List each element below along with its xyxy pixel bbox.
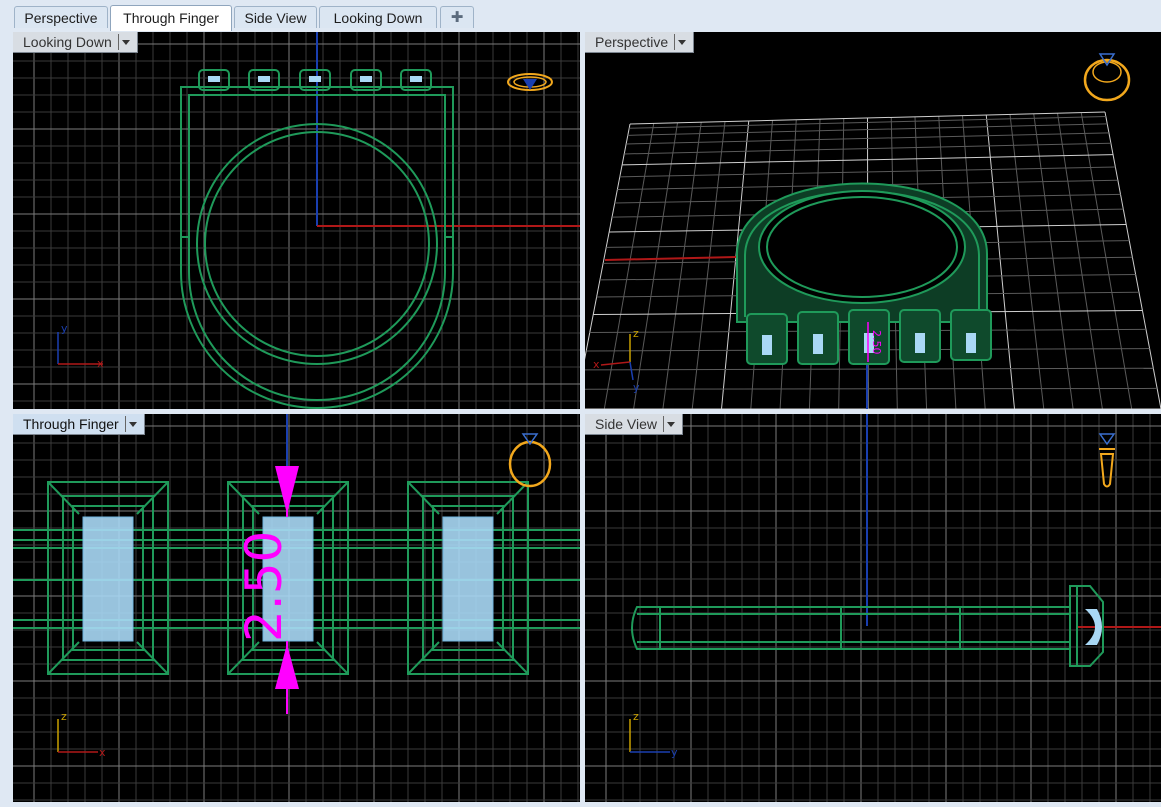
chevron-down-icon[interactable]: [674, 34, 687, 50]
tab-looking-down[interactable]: Looking Down: [319, 6, 437, 28]
ring-nav-icon[interactable]: [1083, 53, 1131, 102]
viewport-tab-bar: Perspective Through Finger Side View Loo…: [0, 0, 1161, 31]
stones: [208, 76, 422, 82]
viewport-title: Looking Down: [23, 34, 112, 50]
axis-indicator: z x: [57, 710, 106, 759]
axis-indicator: z y: [629, 710, 678, 759]
chevron-down-icon[interactable]: [117, 34, 131, 50]
svg-text:x: x: [97, 357, 104, 370]
through-finger-canvas: 2.50 z x: [13, 414, 580, 802]
tab-perspective[interactable]: Perspective: [14, 6, 108, 28]
viewport-through-finger[interactable]: 2.50 z x Through Finger: [13, 414, 580, 802]
construction-grid: [13, 32, 580, 409]
chevron-down-icon[interactable]: [124, 416, 138, 432]
axis-indicator: y x: [57, 322, 104, 370]
plus-icon: ✚: [450, 9, 464, 26]
svg-text:y: y: [671, 746, 678, 759]
viewport-title: Perspective: [595, 34, 669, 50]
tab-side-view[interactable]: Side View: [234, 6, 317, 28]
perspective-canvas: 2.50 z x y: [585, 53, 1161, 409]
add-tab-button[interactable]: ✚: [440, 6, 474, 28]
svg-text:z: z: [61, 710, 67, 723]
viewport-label-looking-down[interactable]: Looking Down: [13, 32, 138, 53]
svg-text:y: y: [633, 381, 640, 394]
looking-down-canvas: y x: [13, 32, 580, 409]
viewport-label-perspective[interactable]: Perspective: [585, 32, 695, 53]
stones: [762, 333, 976, 355]
svg-text:x: x: [99, 746, 106, 759]
dimension-2-50: 2.50: [235, 466, 299, 714]
dimension-text: 2.50: [870, 330, 883, 355]
svg-text:y: y: [61, 322, 68, 335]
chevron-down-icon[interactable]: [663, 416, 676, 432]
side-view-canvas: z y: [585, 414, 1161, 802]
ring-nav-icon[interactable]: [507, 73, 553, 91]
viewport-perspective[interactable]: 2.50 z x y Perspective: [585, 32, 1161, 409]
svg-text:z: z: [633, 327, 639, 340]
tab-through-finger[interactable]: Through Finger: [110, 5, 232, 31]
viewport-title: Side View: [595, 416, 658, 432]
viewport-title: Through Finger: [23, 416, 119, 432]
viewport-side-view[interactable]: z y Side View: [585, 414, 1161, 802]
viewport-label-side-view[interactable]: Side View: [585, 414, 684, 435]
viewport-looking-down[interactable]: y x Looking Down: [13, 32, 580, 409]
svg-text:x: x: [593, 358, 600, 371]
viewport-label-through-finger[interactable]: Through Finger: [13, 414, 145, 435]
dimension-text: 2.50: [235, 531, 293, 642]
svg-text:z: z: [633, 710, 639, 723]
